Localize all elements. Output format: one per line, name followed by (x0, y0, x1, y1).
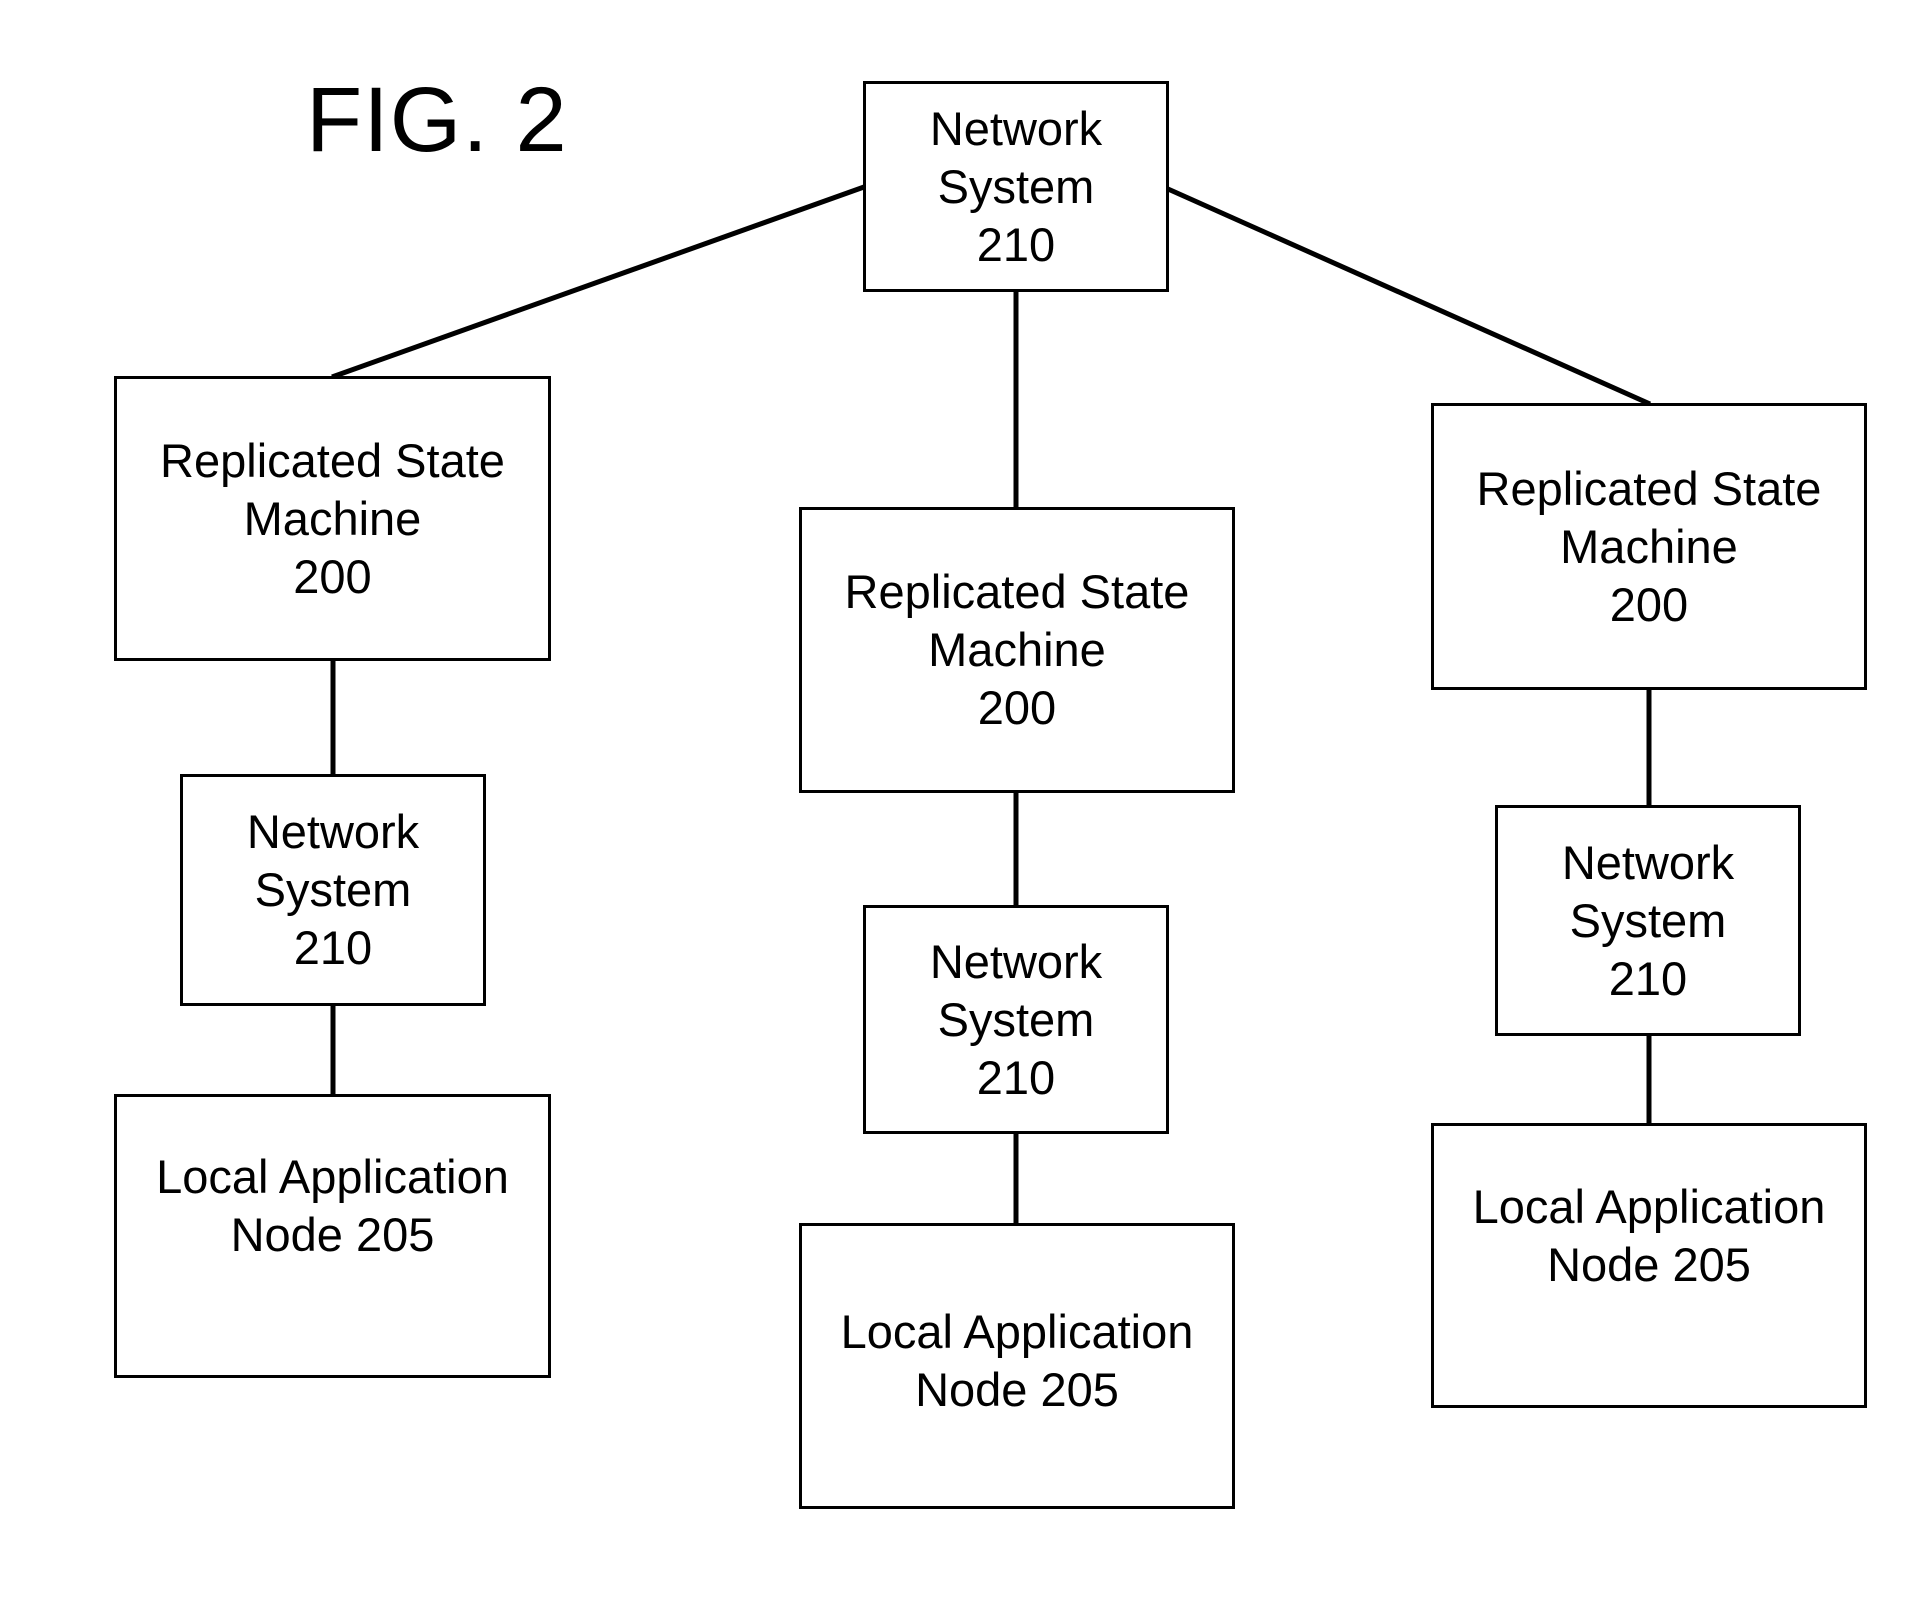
network-system-top-label: Network System 210 (929, 101, 1103, 271)
replicated-state-machine-right: Replicated State Machine 200 (1431, 403, 1867, 690)
local-application-node-right: Local Application Node 205 (1431, 1123, 1867, 1408)
network-system-left: Network System 210 (180, 774, 486, 1006)
local-application-node-right-label: Local Application Node 205 (1472, 1179, 1826, 1291)
edge-top-to-left-rsm (331, 184, 865, 380)
local-application-node-left-label: Local Application Node 205 (156, 1150, 509, 1261)
replicated-state-machine-right-label: Replicated State Machine 200 (1476, 461, 1822, 631)
network-system-middle: Network System 210 (863, 905, 1169, 1134)
replicated-state-machine-middle: Replicated State Machine 200 (799, 507, 1235, 793)
local-application-node-middle: Local Application Node 205 (799, 1223, 1235, 1509)
local-application-node-middle-label: Local Application Node 205 (840, 1305, 1194, 1416)
network-system-middle-label: Network System 210 (929, 934, 1103, 1104)
edge-top-to-right-rsm (1166, 186, 1652, 407)
replicated-state-machine-left-label: Replicated State Machine 200 (160, 433, 505, 603)
network-system-right: Network System 210 (1495, 805, 1801, 1036)
local-application-node-left: Local Application Node 205 (114, 1094, 551, 1378)
figure-label: FIG. 2 (306, 69, 568, 171)
replicated-state-machine-left: Replicated State Machine 200 (114, 376, 551, 661)
network-system-top: Network System 210 (863, 81, 1169, 292)
network-system-left-label: Network System 210 (246, 805, 420, 974)
network-system-right-label: Network System 210 (1561, 835, 1735, 1005)
replicated-state-machine-middle-label: Replicated State Machine 200 (844, 565, 1190, 734)
